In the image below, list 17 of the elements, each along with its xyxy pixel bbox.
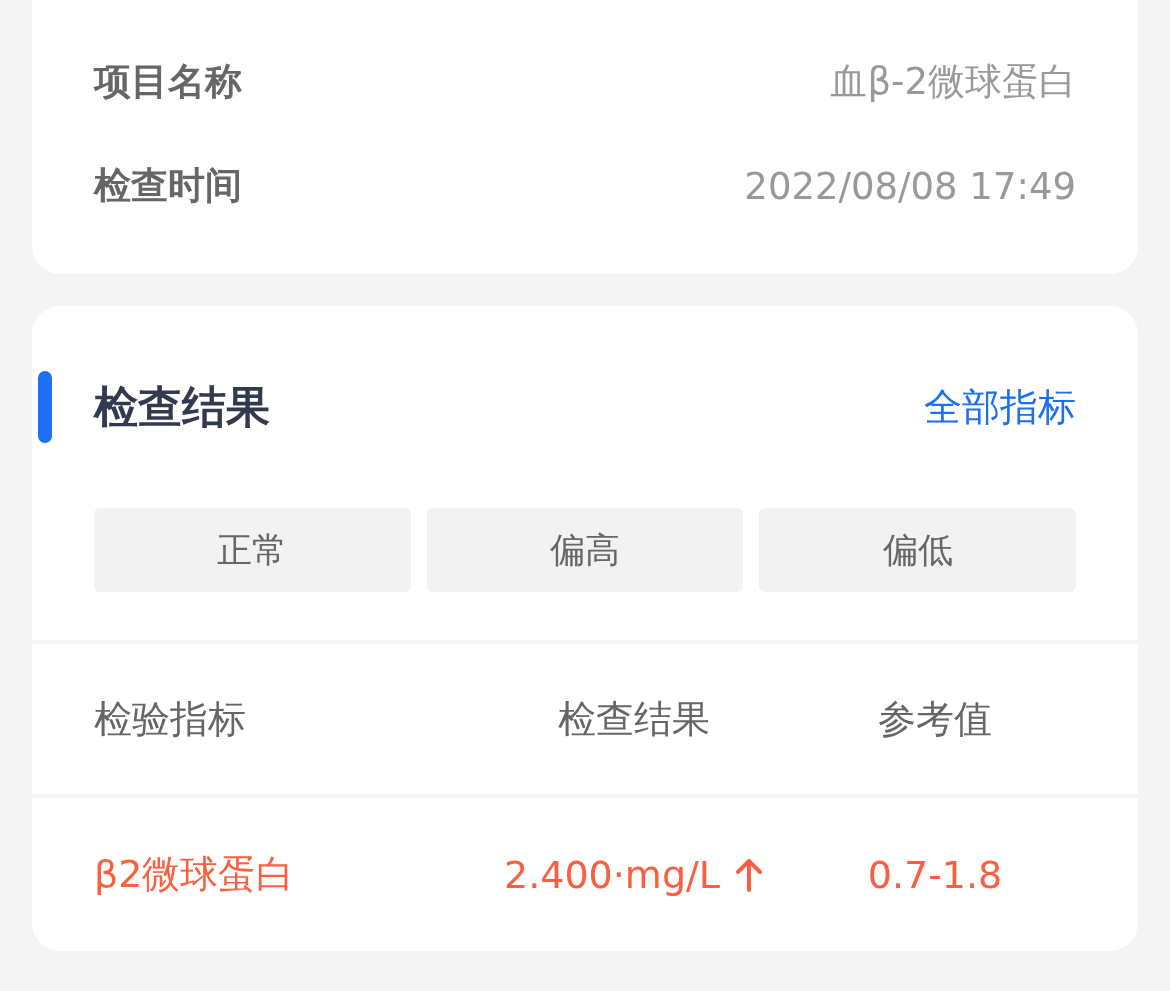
all-indicators-link[interactable]: 全部指标 (924, 381, 1076, 433)
column-header: 检验指标 (94, 695, 246, 743)
info-value: 2022/08/08 17:49 (744, 164, 1076, 208)
column-header: 检查结果 (558, 695, 710, 743)
filter-button[interactable]: 正常 (94, 508, 411, 592)
reference-value: 0.7-1.8 (867, 852, 1003, 897)
filter-button[interactable]: 偏高 (426, 508, 744, 592)
column-header: 参考值 (878, 695, 992, 743)
info-label: 检查时间 (94, 163, 242, 209)
filter-button[interactable]: 偏低 (759, 508, 1076, 592)
indicator-name: β2微球蛋白 (94, 851, 295, 898)
up-arrow-icon (734, 857, 764, 892)
info-label: 项目名称 (94, 59, 242, 105)
section-title: 检查结果 (94, 379, 270, 434)
info-value: 血β-2微球蛋白 (830, 59, 1076, 105)
accent-bar (38, 371, 52, 443)
result-value: 2.400·mg/L (504, 852, 720, 897)
